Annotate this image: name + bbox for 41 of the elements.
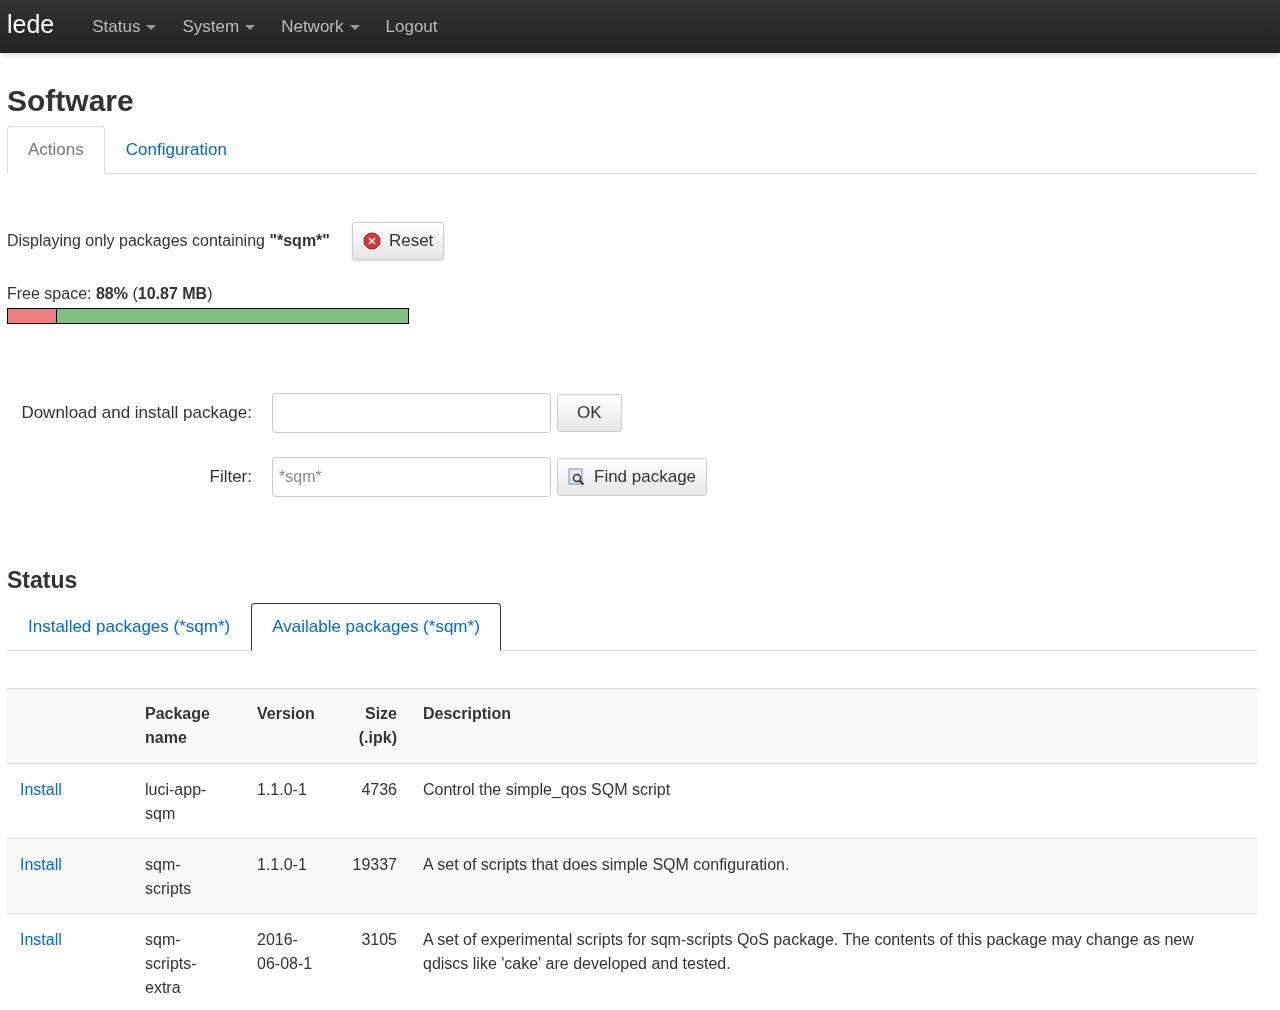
field-label: Download and install package: bbox=[20, 402, 253, 425]
table-cell: 3105 bbox=[361, 931, 397, 948]
filter-notice: Displaying only packages containing "*sqm*" bbox=[7, 231, 330, 251]
ok-button[interactable]: OK bbox=[557, 394, 622, 432]
filter-field[interactable]: *sqm* bbox=[272, 457, 551, 497]
table-cell: 2016-06-08-1 bbox=[257, 931, 313, 972]
column-header: Version bbox=[257, 705, 315, 722]
page-title: Software bbox=[7, 83, 135, 119]
close-icon bbox=[362, 232, 381, 250]
nav-menu-item[interactable]: Status bbox=[80, 9, 169, 44]
nav-menu-item[interactable]: System bbox=[170, 9, 268, 44]
reset-button[interactable]: Reset bbox=[351, 222, 445, 260]
tab[interactable]: Installed packages (*sqm*) bbox=[7, 603, 252, 651]
table-cell: A set of experimental scripts for sqm-scripts QoS package. The contents of this package may change as new qdiscs like 'cake' are developed and tested. bbox=[423, 931, 1194, 972]
find-package-button[interactable]: Find package bbox=[557, 458, 708, 496]
column-header: Size (.ipk) bbox=[358, 705, 397, 746]
install-link[interactable]: Install bbox=[20, 856, 62, 873]
field-label: Filter: bbox=[208, 466, 253, 489]
brand-logo[interactable]: lede bbox=[7, 5, 55, 44]
section-title: Status bbox=[7, 566, 79, 594]
install-link[interactable]: Install bbox=[20, 781, 62, 798]
tab[interactable]: Configuration bbox=[104, 126, 248, 174]
table-cell: 1.1.0-1 bbox=[257, 856, 307, 873]
nav-menu-item[interactable]: Network bbox=[269, 9, 372, 44]
table-cell: sqm-scripts-extra bbox=[145, 931, 197, 996]
nav-menu-item[interactable]: Logout bbox=[373, 9, 450, 44]
search-icon bbox=[568, 468, 586, 486]
tab[interactable]: Available packages (*sqm*) bbox=[251, 603, 501, 651]
tab[interactable]: Actions bbox=[7, 126, 105, 174]
table-cell: sqm-scripts bbox=[145, 856, 192, 897]
table-cell: 19337 bbox=[352, 856, 397, 873]
install-link[interactable]: Install bbox=[20, 931, 62, 948]
table-cell: A set of scripts that does simple SQM configuration. bbox=[423, 856, 790, 873]
table-cell: 1.1.0-1 bbox=[257, 781, 307, 798]
table-cell: 4736 bbox=[361, 781, 397, 798]
table-cell: Control the simple_qos SQM script bbox=[423, 781, 671, 798]
free-space-text: Free space: 88% (10.87 MB) bbox=[7, 284, 214, 304]
table-cell: luci-app-sqm bbox=[145, 781, 207, 822]
column-header: Package name bbox=[145, 705, 210, 746]
column-header: Description bbox=[423, 705, 511, 722]
package-url-field[interactable] bbox=[272, 393, 551, 433]
